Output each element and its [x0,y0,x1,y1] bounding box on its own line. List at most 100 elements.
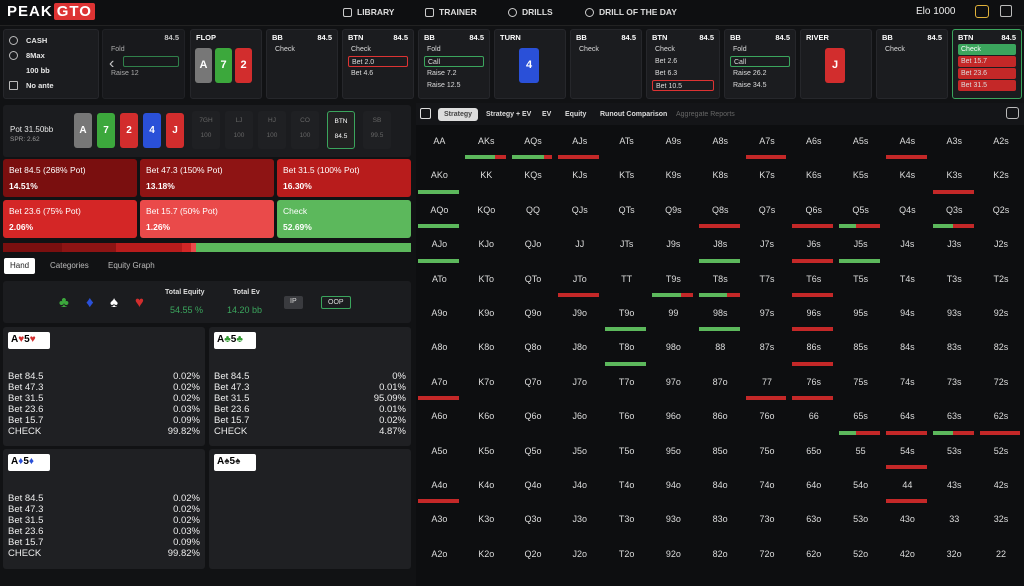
range-cell[interactable]: 83s [931,333,978,367]
action-bet-31-5[interactable]: Bet 31.5 (100% Pot) 16.30% [277,159,411,197]
range-cell[interactable]: KTs [603,161,650,195]
seat-7gh[interactable]: 7GH 100 [192,111,220,149]
range-cell[interactable]: 98o [650,333,697,367]
range-cell[interactable]: T3s [931,265,978,299]
tile-action[interactable]: Bet 6.3 [652,68,714,79]
diamonds-filter-icon[interactable]: ♦ [86,294,94,311]
range-cell[interactable]: 62o [790,540,837,574]
tile-action[interactable]: Raise 12.5 [424,80,484,91]
tab-ev[interactable]: EV [536,108,557,121]
range-cell[interactable]: AQs [510,127,557,161]
action-bet-84-5[interactable]: Bet 84.5 (268% Pot) 14.51% [3,159,137,197]
range-cell[interactable]: T6s [790,265,837,299]
range-cell[interactable]: A7o [416,368,463,402]
range-cell[interactable]: T8s [697,265,744,299]
tile-action[interactable]: Bet 15.7 [958,56,1016,67]
refresh-icon[interactable] [9,51,18,60]
range-cell[interactable]: 94o [650,471,697,505]
tile-action[interactable]: Raise 12 [108,68,179,79]
range-cell[interactable]: QTs [603,196,650,230]
range-cell[interactable]: A7s [744,127,791,161]
tile-action[interactable]: Call [730,56,790,67]
range-cell[interactable]: 33 [931,505,978,539]
range-cell[interactable]: T5s [837,265,884,299]
range-cell[interactable]: 52s [978,437,1024,471]
range-cell[interactable]: J3s [931,230,978,264]
range-cell[interactable]: 95o [650,437,697,471]
range-cell[interactable]: AKs [463,127,510,161]
combo-card-a5-clubs[interactable]: A♣5♣ Bet 84.5 0% Bet 47.3 0.01% Bet 31.5 95.0… [209,327,411,446]
seat-sb[interactable]: SB 99.5 [363,111,391,149]
chat-icon[interactable] [975,5,989,18]
range-cell[interactable]: A5o [416,437,463,471]
range-cell[interactable]: QTo [510,265,557,299]
tab-strategy-ev[interactable]: Strategy + EV [480,108,537,121]
range-cell[interactable]: 54s [884,437,931,471]
range-cell[interactable]: J2s [978,230,1024,264]
range-cell[interactable]: T2s [978,265,1024,299]
range-cell[interactable]: J8s [697,230,744,264]
range-cell[interactable]: K2s [978,161,1024,195]
range-cell[interactable]: A6o [416,402,463,436]
tile-action[interactable]: Check [272,44,332,55]
range-cell[interactable]: J4o [556,471,603,505]
range-cell[interactable]: 99 [650,299,697,333]
range-cell[interactable]: Q3o [510,505,557,539]
action-tile-btn-turn[interactable]: BTN 84.5 Check Bet 2.6 Bet 6.3 Bet 10.5 [646,29,720,99]
range-cell[interactable]: 43o [884,505,931,539]
range-cell[interactable]: 98s [697,299,744,333]
range-cell[interactable]: 87s [744,333,791,367]
chevron-left-icon[interactable]: ‹ [109,55,114,73]
range-cell[interactable]: TT [603,265,650,299]
tile-action[interactable]: Bet 10.5 [652,80,714,91]
tile-action[interactable]: Check [958,44,1016,55]
action-tile-bb-turn-response[interactable]: BB 84.5 Fold Call Raise 26.2 Raise 34.5 [724,29,796,99]
tile-action[interactable]: Check [652,44,714,55]
action-check[interactable]: Check 52.69% [277,200,411,238]
range-cell[interactable]: KQs [510,161,557,195]
range-cell[interactable]: 94s [884,299,931,333]
range-cell[interactable]: J9s [650,230,697,264]
range-cell[interactable]: 63o [790,505,837,539]
tab-strategy[interactable]: Strategy [438,108,479,121]
range-cell[interactable]: 86s [790,333,837,367]
range-cell[interactable]: 22 [978,540,1024,574]
tile-action[interactable]: Raise 34.5 [730,80,790,91]
copy-icon[interactable] [9,81,18,90]
range-cell[interactable]: 92s [978,299,1024,333]
action-tile-bb-flop-response[interactable]: BB 84.5 Fold Call Raise 7.2 Raise 12.5 [418,29,490,99]
range-cell[interactable]: 66 [790,402,837,436]
range-cell[interactable]: J6o [556,402,603,436]
tab-aggregate-reports[interactable]: Aggregate Reports [670,108,741,121]
range-cell[interactable]: 44 [884,471,931,505]
tab-hand[interactable]: Hand [4,258,36,274]
river-tile[interactable]: RIVER J [800,29,872,99]
range-cell[interactable]: K9s [650,161,697,195]
range-cell[interactable]: 32o [931,540,978,574]
range-cell[interactable]: ATs [603,127,650,161]
range-cell[interactable]: A9o [416,299,463,333]
range-cell[interactable]: 63s [931,402,978,436]
range-cell[interactable]: AKo [416,161,463,195]
range-cell[interactable]: Q2s [978,196,1024,230]
range-cell[interactable]: Q4o [510,471,557,505]
range-cell[interactable]: 62s [978,402,1024,436]
range-cell[interactable]: T9o [603,299,650,333]
range-cell[interactable]: J3o [556,505,603,539]
range-cell[interactable]: K4o [463,471,510,505]
range-cell[interactable]: Q8s [697,196,744,230]
action-bet-23-6[interactable]: Bet 23.6 (75% Pot) 2.06% [3,200,137,238]
range-cell[interactable]: J7s [744,230,791,264]
range-cell[interactable]: AJo [416,230,463,264]
range-cell[interactable]: Q9o [510,299,557,333]
range-cell[interactable]: Q2o [510,540,557,574]
action-tile-bb-river[interactable]: BB 84.5 Check [876,29,948,99]
tile-action[interactable]: Call [424,56,484,67]
action-bet-47-3[interactable]: Bet 47.3 (150% Pot) 13.18% [140,159,274,197]
action-tile-bb-turn[interactable]: BB 84.5 Check [570,29,642,99]
range-cell[interactable]: A8o [416,333,463,367]
range-cell[interactable]: 73s [931,368,978,402]
nav-trainer[interactable]: TRAINER [425,7,477,17]
range-cell[interactable]: Q4s [884,196,931,230]
range-cell[interactable]: 54o [837,471,884,505]
